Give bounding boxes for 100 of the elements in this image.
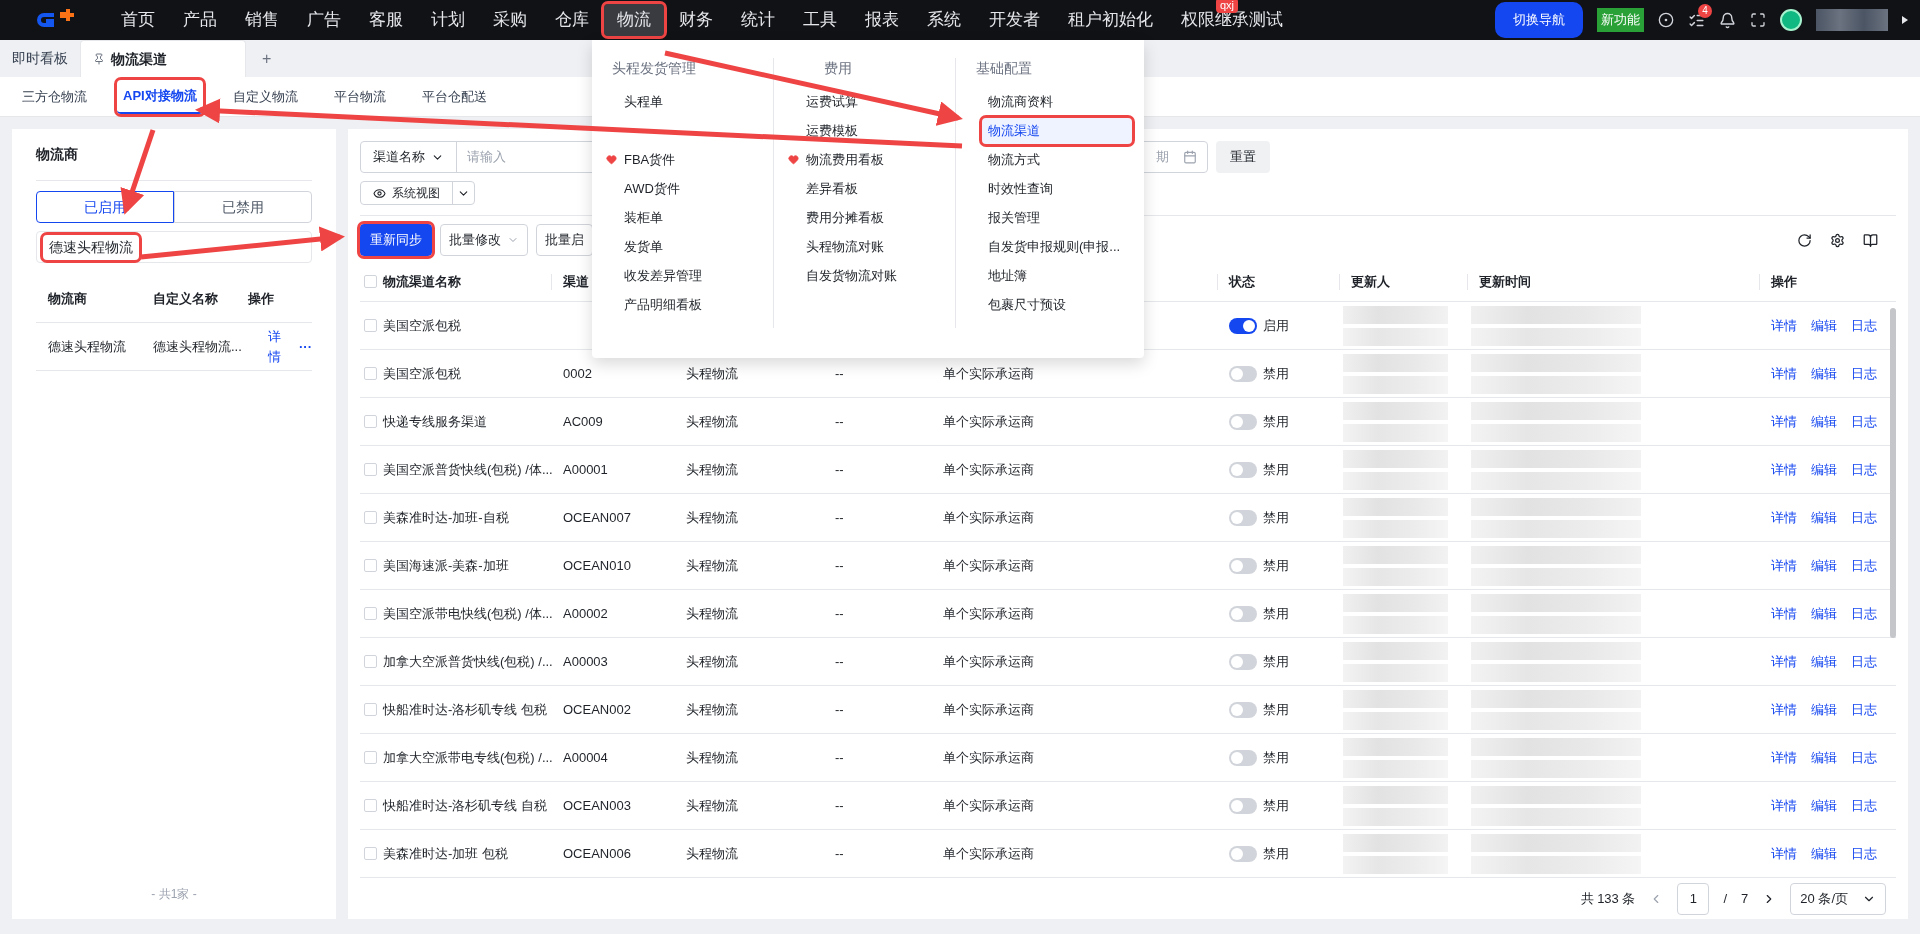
page-input[interactable]: 1 — [1677, 882, 1710, 915]
menu-item[interactable]: 差异看板 — [800, 175, 864, 202]
action-link[interactable]: 编辑 — [1811, 315, 1837, 336]
action-link[interactable]: 详情 — [1771, 555, 1797, 576]
menu-item[interactable]: 物流方式 — [982, 146, 1046, 173]
scrollbar[interactable] — [1890, 308, 1896, 638]
nav-menu-item[interactable]: 广告 — [294, 4, 354, 36]
menu-item[interactable]: 费用分摊看板 — [800, 204, 890, 231]
toggle-switch[interactable] — [1229, 605, 1257, 622]
action-link[interactable]: 编辑 — [1811, 507, 1837, 528]
checkbox[interactable] — [364, 655, 377, 668]
checkbox[interactable] — [364, 703, 377, 716]
menu-item[interactable]: FBA货件 — [618, 146, 682, 173]
action-link[interactable]: 日志 — [1851, 747, 1877, 768]
sub-tab[interactable]: API对接物流 — [117, 79, 203, 114]
sub-tab[interactable]: 自定义物流 — [226, 79, 304, 114]
toolbar-button[interactable]: 重新同步 — [360, 224, 432, 256]
nav-menu-item[interactable]: 财务 — [666, 4, 726, 36]
action-link[interactable]: 日志 — [1851, 315, 1877, 336]
action-link[interactable]: 日志 — [1851, 507, 1877, 528]
action-link[interactable]: 编辑 — [1811, 843, 1837, 864]
toggle-switch[interactable] — [1229, 413, 1257, 430]
action-link[interactable]: 编辑 — [1811, 603, 1837, 624]
menu-item[interactable]: 包裹尺寸预设 — [982, 291, 1072, 318]
menu-item[interactable]: 产品明细看板 — [618, 291, 708, 318]
action-link[interactable]: 详情 — [1771, 747, 1797, 768]
toggle-switch[interactable] — [1229, 509, 1257, 526]
action-link[interactable]: 编辑 — [1811, 651, 1837, 672]
notification-icon[interactable] — [1719, 11, 1736, 29]
action-link[interactable]: 编辑 — [1811, 459, 1837, 480]
toggle-switch[interactable] — [1229, 749, 1257, 766]
nav-menu-item[interactable]: 报表 — [852, 4, 912, 36]
action-link[interactable]: 日志 — [1851, 363, 1877, 384]
action-link[interactable]: 日志 — [1851, 843, 1877, 864]
avatar[interactable] — [1780, 9, 1802, 31]
menu-item[interactable]: 物流渠道 — [982, 117, 1132, 144]
action-link[interactable]: 详情 — [1771, 507, 1797, 528]
reset-button[interactable]: 重置 — [1216, 141, 1270, 173]
action-link[interactable]: 日志 — [1851, 699, 1877, 720]
toggle-switch[interactable] — [1229, 701, 1257, 718]
menu-item[interactable]: 运费模板 — [800, 117, 864, 144]
action-link[interactable]: 编辑 — [1811, 795, 1837, 816]
nav-menu-item[interactable]: 系统 — [914, 4, 974, 36]
page-size-select[interactable]: 20 条/页 — [1790, 882, 1886, 915]
menu-item[interactable]: 自发货物流对账 — [800, 262, 903, 289]
toggle-switch[interactable] — [1229, 797, 1257, 814]
toolbar-button[interactable]: 批量修改 — [440, 224, 528, 256]
menu-item[interactable]: 运费试算 — [800, 88, 864, 115]
action-link[interactable]: 详情 — [1771, 795, 1797, 816]
refresh-icon[interactable] — [1797, 232, 1812, 248]
nav-menu-item[interactable]: 产品 — [170, 4, 230, 36]
view-select[interactable]: 系统视图 — [360, 181, 475, 205]
more-button[interactable]: ··· — [299, 327, 312, 366]
segment-button[interactable]: 已禁用 — [174, 191, 312, 223]
action-link[interactable]: 编辑 — [1811, 411, 1837, 432]
action-link[interactable]: 日志 — [1851, 555, 1877, 576]
action-link[interactable]: 详情 — [1771, 315, 1797, 336]
action-link[interactable]: 编辑 — [1811, 699, 1837, 720]
toggle-switch[interactable] — [1229, 557, 1257, 574]
toggle-switch[interactable] — [1229, 317, 1257, 334]
nav-menu-item[interactable]: 工具 — [790, 4, 850, 36]
menu-item[interactable]: 头程单 — [618, 88, 669, 115]
nav-menu-item[interactable]: 计划 — [418, 4, 478, 36]
field-select[interactable]: 渠道名称 — [361, 142, 457, 172]
checkbox[interactable] — [364, 415, 377, 428]
menu-item[interactable]: AWD货件 — [618, 175, 686, 202]
action-link[interactable]: 详情 — [1771, 843, 1797, 864]
nav-menu-item[interactable]: 开发者 — [976, 4, 1053, 36]
nav-menu-item[interactable]: 首页 — [108, 4, 168, 36]
toggle-switch[interactable] — [1229, 461, 1257, 478]
checkbox[interactable] — [364, 559, 377, 572]
action-link[interactable]: 日志 — [1851, 651, 1877, 672]
action-link[interactable]: 详情 — [1771, 411, 1797, 432]
sub-tab[interactable]: 三方仓物流 — [16, 79, 93, 114]
action-link[interactable]: 编辑 — [1811, 363, 1837, 384]
settings-icon[interactable] — [1830, 232, 1845, 248]
nav-menu-item[interactable]: 租户初始化 — [1055, 4, 1166, 36]
menu-item[interactable]: 时效性查询 — [982, 175, 1059, 202]
action-link[interactable]: 编辑 — [1811, 747, 1837, 768]
checkbox[interactable] — [364, 799, 377, 812]
checkbox[interactable] — [364, 367, 377, 380]
checkbox[interactable] — [364, 751, 377, 764]
menu-item[interactable]: 发货单 — [618, 233, 669, 260]
nav-menu-item[interactable]: 销售 — [232, 4, 292, 36]
checkbox[interactable] — [364, 607, 377, 620]
checkbox[interactable] — [364, 275, 377, 288]
action-link[interactable]: 详情 — [1771, 459, 1797, 480]
add-tab-button[interactable]: + — [246, 40, 288, 77]
page-tab[interactable]: 物流渠道 — [80, 40, 246, 77]
book-icon[interactable] — [1863, 232, 1878, 248]
action-link[interactable]: 详情 — [1771, 699, 1797, 720]
menu-item[interactable]: 装柜单 — [618, 204, 669, 231]
sub-tab[interactable]: 平台物流 — [327, 79, 392, 114]
action-link[interactable]: 日志 — [1851, 411, 1877, 432]
menu-item[interactable]: 头程物流对账 — [800, 233, 890, 260]
action-link[interactable]: 详情 — [1771, 651, 1797, 672]
checkbox[interactable] — [364, 511, 377, 524]
nav-menu-item[interactable]: 统计 — [728, 4, 788, 36]
action-link[interactable]: 日志 — [1851, 795, 1877, 816]
checkbox[interactable] — [364, 463, 377, 476]
